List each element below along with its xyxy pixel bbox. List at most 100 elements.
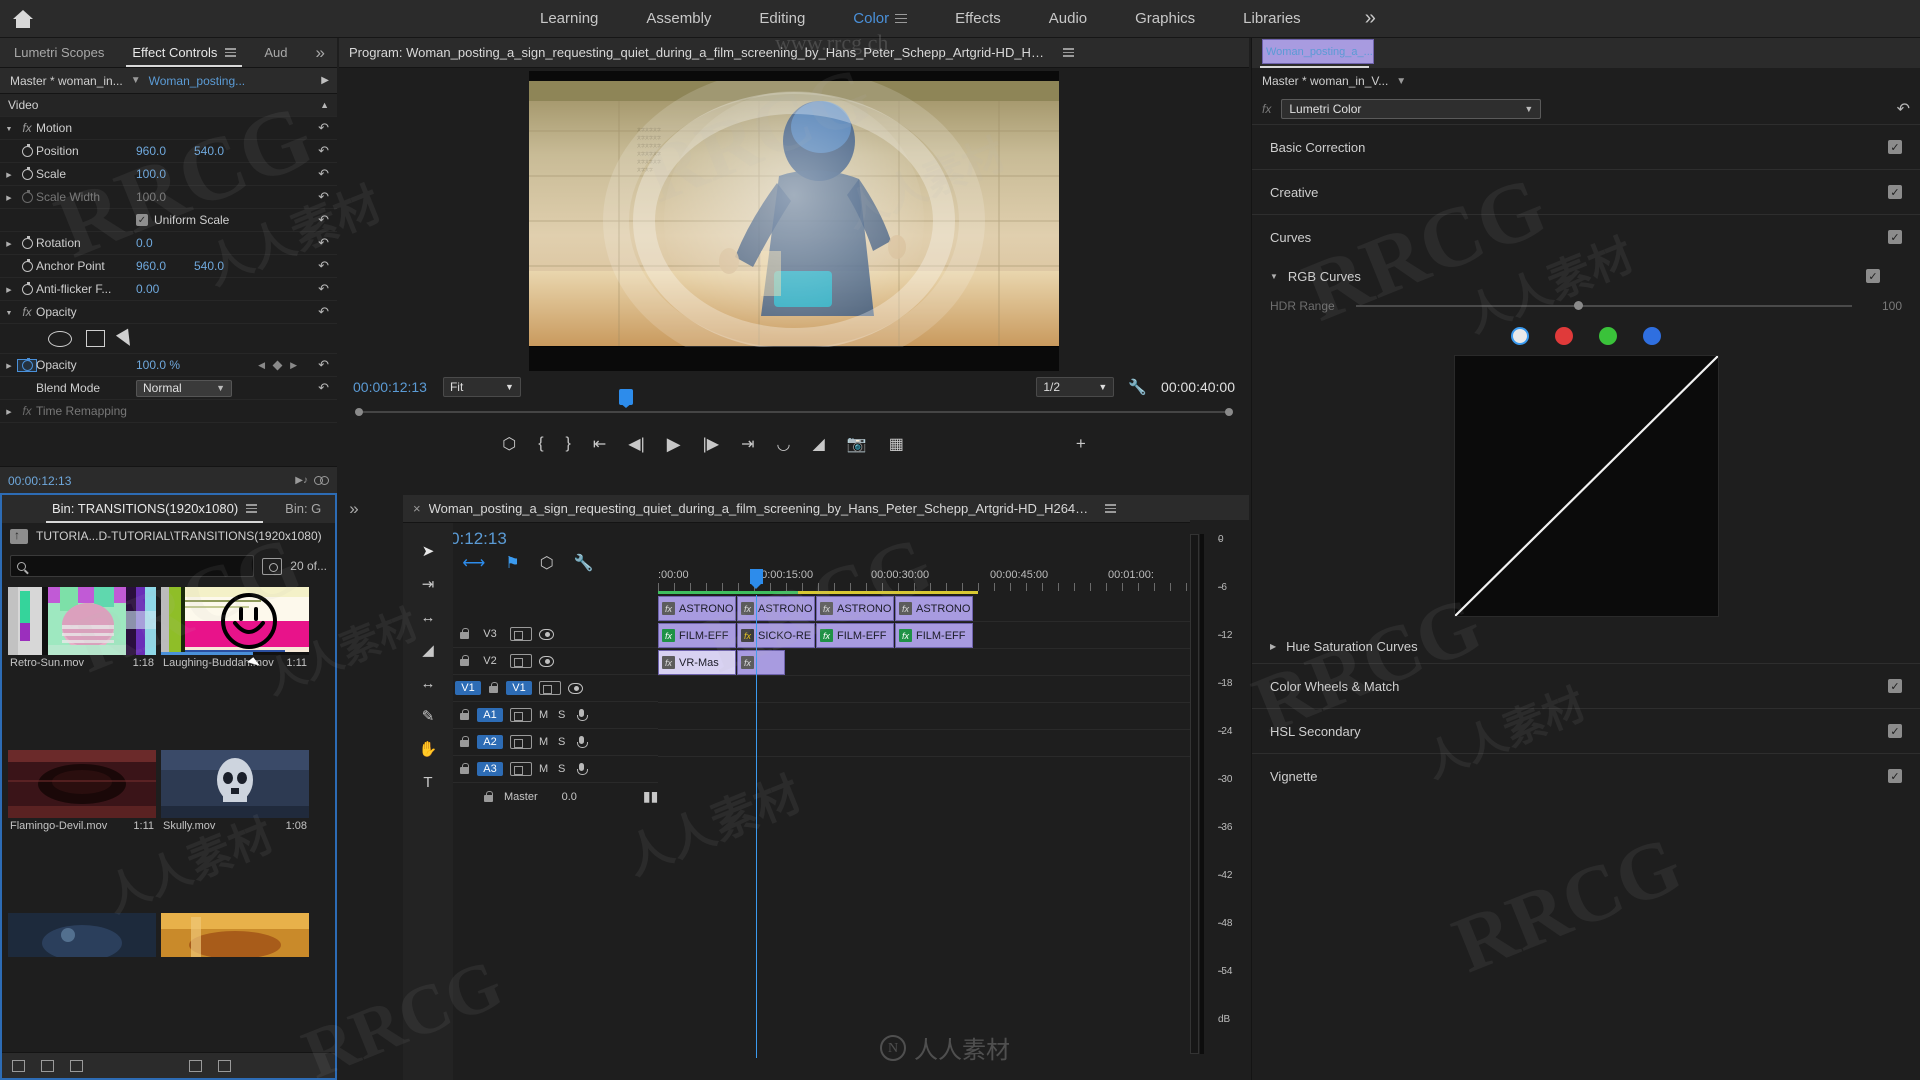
track-name-a3[interactable]: A3 [477, 762, 503, 776]
source-patch-v1[interactable]: V1 [455, 681, 481, 695]
previous-keyframe-icon[interactable]: ◀ [258, 360, 265, 371]
delete-icon[interactable] [218, 1059, 231, 1072]
solo-button-a1[interactable]: S [558, 709, 570, 721]
razor-tool-icon[interactable]: ◢ [417, 640, 439, 660]
master-channel-icon[interactable] [1511, 327, 1529, 345]
playback-resolution-select[interactable]: 1/2 ▼ [1036, 377, 1115, 397]
new-bin-icon[interactable] [189, 1059, 202, 1072]
export-frame-icon[interactable]: 📷 [847, 434, 867, 454]
lock-icon[interactable] [459, 763, 470, 775]
next-keyframe-icon[interactable]: ▶ [290, 360, 297, 371]
workspace-learning[interactable]: Learning [516, 0, 622, 38]
track-select-forward-tool-icon[interactable]: ⇥ [417, 574, 439, 594]
lock-icon[interactable] [459, 709, 470, 721]
bin-item[interactable]: Flamingo-Devil.mov 1:11 [8, 750, 156, 908]
workspace-overflow-icon[interactable]: » [1365, 7, 1376, 30]
tab-lumetri-scopes[interactable]: Lumetri Scopes [0, 38, 118, 67]
keyframe-loop-icon[interactable] [314, 476, 329, 485]
program-monitor-menu-icon[interactable] [1063, 46, 1074, 59]
step-forward-icon[interactable]: |▶ [703, 434, 719, 454]
timeline-clip[interactable]: fx SICKO-RE [737, 623, 815, 648]
program-playhead[interactable] [619, 389, 633, 408]
play-stop-icon[interactable]: ▶ [667, 434, 681, 455]
timeline-clip-selected[interactable]: fx VR-Mas [658, 650, 736, 675]
scrub-end-handle[interactable] [1225, 408, 1233, 416]
master-meter-icon[interactable]: ▮▮ [643, 788, 658, 805]
opacity-effect-row[interactable]: fx Opacity ↶ [0, 301, 337, 324]
rgb-curve-graph[interactable] [1453, 355, 1719, 617]
sync-lock-icon[interactable] [539, 681, 561, 695]
bin-item-thumbnail[interactable] [161, 913, 309, 957]
hdr-range-slider[interactable] [1356, 301, 1852, 310]
rgb-curves-disclosure-icon[interactable]: ▼ [1270, 272, 1278, 281]
opacity-effect-reset-icon[interactable]: ↶ [318, 304, 329, 320]
effect-controls-footer-timecode[interactable]: 00:00:12:13 [8, 474, 71, 488]
slip-tool-icon[interactable]: ↔ [417, 673, 439, 693]
tab-audio[interactable]: Aud [250, 38, 301, 67]
bin-item-thumbnail[interactable] [8, 587, 156, 655]
workspace-libraries[interactable]: Libraries [1219, 0, 1325, 38]
master-track-value[interactable]: 0.0 [562, 791, 577, 803]
anchor-point-row[interactable]: Anchor Point 960.0 540.0 ↶ [0, 255, 337, 278]
list-view-icon[interactable] [12, 1059, 25, 1072]
position-x-value[interactable]: 960.0 [136, 144, 194, 158]
effect-controls-menu-icon[interactable] [225, 46, 237, 59]
motion-disclosure-icon[interactable] [0, 123, 18, 133]
section-creative[interactable]: Creative ✓ [1252, 169, 1920, 214]
track-name-a1[interactable]: A1 [477, 708, 503, 722]
track-output-eye-icon[interactable] [568, 682, 583, 694]
collapse-icon[interactable]: ▲ [320, 100, 329, 110]
uniform-scale-checkbox[interactable]: ✓ [136, 214, 148, 226]
opacity-reset-icon[interactable]: ↶ [318, 357, 329, 373]
opacity-value[interactable]: 100.0 % [136, 358, 180, 372]
pen-tool-icon[interactable]: ✎ [417, 706, 439, 726]
master-track-header[interactable]: Master 0.0 ▮▮ [453, 783, 658, 810]
timeline-clip[interactable]: fx ASTRONO [737, 596, 815, 621]
rotation-stopwatch-icon[interactable] [18, 235, 36, 249]
bin-item[interactable]: Skully.mov 1:08 [161, 750, 309, 908]
lock-icon[interactable] [459, 736, 470, 748]
solo-button-a3[interactable]: S [558, 763, 570, 775]
rotation-reset-icon[interactable]: ↶ [318, 235, 329, 251]
sync-lock-icon[interactable] [510, 762, 532, 776]
close-icon[interactable]: × [413, 501, 421, 516]
settings-wrench-icon[interactable]: 🔧 [1128, 378, 1147, 396]
blend-mode-select[interactable]: Normal ▼ [136, 379, 232, 397]
anti-flicker-row[interactable]: Anti-flicker F... 0.00 ↶ [0, 278, 337, 301]
ellipse-mask-icon[interactable] [48, 330, 72, 347]
green-channel-icon[interactable] [1599, 327, 1617, 345]
anchor-point-reset-icon[interactable]: ↶ [318, 258, 329, 274]
hand-tool-icon[interactable]: ✋ [417, 739, 439, 759]
subsection-rgb-curves[interactable]: ▼ RGB Curves ✓ [1252, 259, 1920, 293]
track-output-eye-icon[interactable] [539, 655, 554, 667]
scale-width-reset-icon[interactable]: ↶ [318, 189, 329, 205]
workspace-graphics[interactable]: Graphics [1111, 0, 1219, 38]
vignette-checkbox[interactable]: ✓ [1888, 769, 1902, 783]
lumetri-reset-icon[interactable]: ↶ [1897, 99, 1910, 119]
sync-lock-icon[interactable] [510, 654, 532, 668]
mute-button-a3[interactable]: M [539, 763, 551, 775]
timeline-clip[interactable]: fx ASTRONO [895, 596, 973, 621]
time-remapping-row[interactable]: fx Time Remapping [0, 400, 337, 423]
rectangle-mask-icon[interactable] [86, 330, 105, 347]
timeline-track-area[interactable]: fx ASTRONO fx ASTRONO fx ASTRONO fx ASTR… [658, 569, 1229, 1058]
microphone-icon[interactable] [577, 735, 588, 749]
microphone-icon[interactable] [577, 708, 588, 722]
workspace-audio[interactable]: Audio [1025, 0, 1111, 38]
track-name-v1[interactable]: V1 [506, 681, 532, 695]
lumetri-effect-select[interactable]: Lumetri Color ▼ [1281, 99, 1542, 119]
scale-stopwatch-icon[interactable] [18, 166, 36, 180]
home-button[interactable] [0, 0, 46, 38]
track-output-eye-icon[interactable] [539, 628, 554, 640]
sync-lock-icon[interactable] [510, 708, 532, 722]
extract-icon[interactable]: ◢ [812, 434, 824, 454]
workspace-effects[interactable]: Effects [931, 0, 1025, 38]
track-header-v3[interactable]: V3 [453, 621, 658, 648]
blend-mode-row[interactable]: Blend Mode Normal ▼ ↶ [0, 377, 337, 400]
timeline-track-a3[interactable] [658, 730, 1229, 757]
linked-selection-icon[interactable]: ⚑ [505, 553, 519, 573]
program-video-frame[interactable]: 文字文字文字 文字文字文字 文字文字文字 文字文字文字 文字文字文字 文字文字 [529, 70, 1059, 371]
program-current-timecode[interactable]: 00:00:12:13 [353, 379, 427, 395]
basic-correction-checkbox[interactable]: ✓ [1888, 140, 1902, 154]
bin-item-thumbnail[interactable] [8, 913, 156, 957]
